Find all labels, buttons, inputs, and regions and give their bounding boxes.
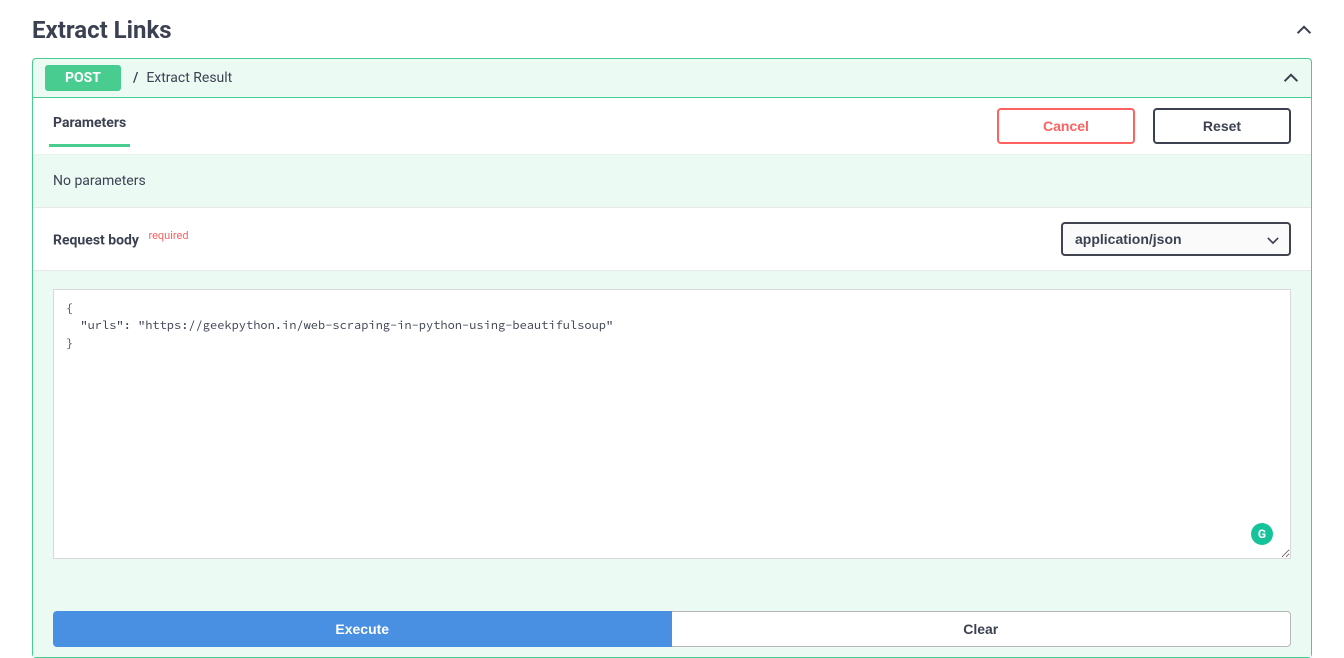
tab-underline [49,144,130,147]
request-body-area-wrap: G [33,271,1311,599]
tab-parameters-label: Parameters [53,115,126,131]
clear-button[interactable]: Clear [672,611,1292,647]
endpoint-panel: POST / Extract Result Parameters Cancel … [32,58,1312,658]
execute-button[interactable]: Execute [53,611,672,647]
request-body-header: Request body required application/json [33,207,1311,271]
request-body-textarea[interactable] [53,289,1291,559]
content-type-select[interactable]: application/json [1061,222,1291,256]
grammarly-icon[interactable]: G [1251,523,1273,545]
cancel-button[interactable]: Cancel [997,108,1135,144]
parameters-bar: Parameters Cancel Reset [33,98,1311,154]
content-type-select-wrap: application/json [1061,222,1291,256]
parameters-actions: Cancel Reset [997,108,1291,144]
path-slash: / [133,70,138,86]
http-method-badge: POST [45,65,121,91]
endpoint-topbar[interactable]: POST / Extract Result [33,59,1311,98]
chevron-up-icon[interactable] [1296,22,1312,38]
endpoint-summary: Extract Result [146,70,232,86]
no-parameters-text: No parameters [33,155,1311,207]
tab-parameters[interactable]: Parameters [53,115,126,137]
chevron-up-icon[interactable] [1283,70,1299,86]
section-title: Extract Links [32,16,172,44]
section-header: Extract Links [32,16,1312,44]
action-bar: Execute Clear [33,599,1311,657]
reset-button[interactable]: Reset [1153,108,1291,144]
request-body-label: Request body required [53,229,189,249]
required-tag: required [148,229,188,242]
